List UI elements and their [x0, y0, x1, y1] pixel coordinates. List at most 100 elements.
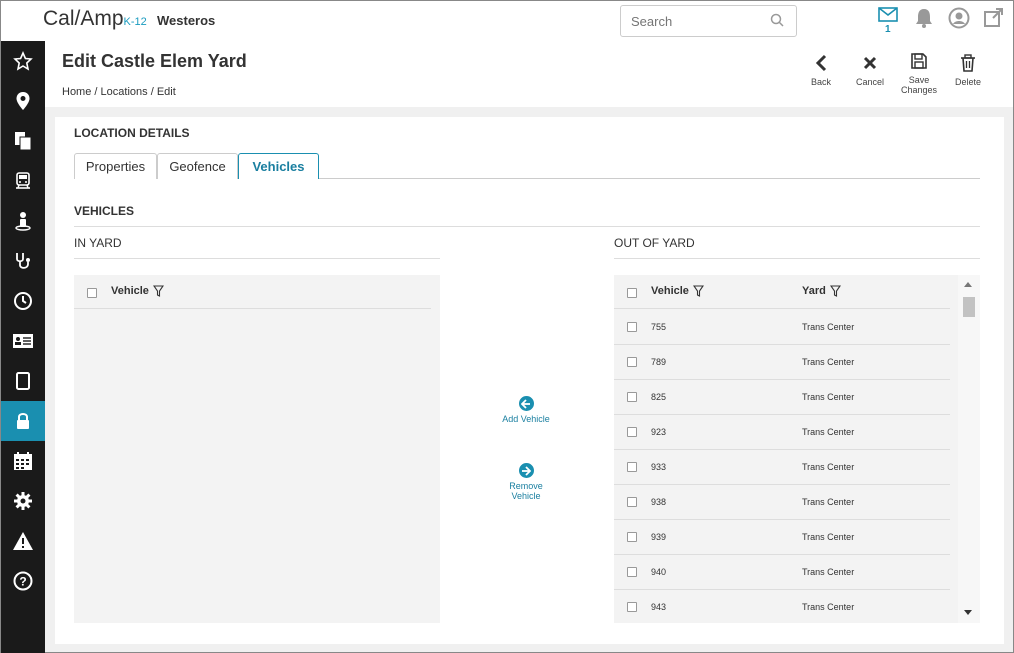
- row-checkbox[interactable]: [627, 497, 637, 507]
- remove-vehicle-button[interactable]: Remove Vehicle: [500, 463, 552, 501]
- table-row[interactable]: 923 Trans Center: [614, 415, 950, 450]
- location-tabs: Properties Geofence Vehicles: [74, 153, 980, 179]
- row-checkbox[interactable]: [627, 322, 637, 332]
- table-row[interactable]: 939 Trans Center: [614, 520, 950, 555]
- user-profile-icon[interactable]: [948, 7, 970, 34]
- scroll-up-icon[interactable]: [964, 282, 972, 287]
- sidebar-item-documents[interactable]: [1, 121, 45, 161]
- breadcrumb-locations[interactable]: Locations: [101, 86, 148, 98]
- sidebar-item-help[interactable]: ?: [1, 561, 45, 601]
- breadcrumb-edit: Edit: [156, 86, 176, 98]
- tab-properties[interactable]: Properties: [74, 153, 157, 179]
- vehicle-column-header[interactable]: Vehicle: [111, 285, 164, 297]
- tab-geofence[interactable]: Geofence: [157, 153, 238, 179]
- breadcrumb-home[interactable]: Home: [62, 86, 91, 98]
- row-checkbox[interactable]: [627, 392, 637, 402]
- filter-icon[interactable]: [829, 285, 841, 297]
- select-all-out-of-yard-checkbox[interactable]: [627, 288, 637, 298]
- tab-vehicles[interactable]: Vehicles: [238, 153, 319, 179]
- row-checkbox[interactable]: [627, 532, 637, 542]
- search-box[interactable]: [620, 5, 797, 37]
- row-checkbox[interactable]: [627, 567, 637, 577]
- page-title: Edit Castle Elem Yard: [62, 51, 247, 71]
- arrow-right-circle-icon: [518, 463, 534, 478]
- filter-icon[interactable]: [152, 285, 164, 297]
- table-row[interactable]: 755 Trans Center: [614, 310, 950, 345]
- yard-column-header[interactable]: Yard: [802, 285, 841, 297]
- help-icon: ?: [13, 571, 33, 591]
- row-checkbox[interactable]: [627, 427, 637, 437]
- sidebar-item-history[interactable]: [1, 281, 45, 321]
- scroll-down-icon[interactable]: [964, 610, 972, 615]
- table-row[interactable]: 789 Trans Center: [614, 345, 950, 380]
- mail-count-badge: 1: [885, 24, 891, 35]
- sidebar-item-alerts[interactable]: [1, 521, 45, 561]
- search-icon[interactable]: [770, 13, 784, 32]
- table-row[interactable]: 940 Trans Center: [614, 555, 950, 590]
- divider: [74, 226, 980, 227]
- sidebar-item-drivers[interactable]: [1, 201, 45, 241]
- in-yard-title: IN YARD: [74, 236, 122, 250]
- id-card-icon: [13, 334, 33, 348]
- out-of-yard-title: OUT OF YARD: [614, 236, 695, 250]
- back-button[interactable]: Back: [798, 53, 844, 87]
- table-row[interactable]: 938 Trans Center: [614, 485, 950, 520]
- top-bar: Cal/AmpK-12 Westeros 1: [1, 1, 1013, 41]
- sidebar-item-locations[interactable]: [1, 81, 45, 121]
- add-vehicle-button[interactable]: Add Vehicle: [500, 396, 552, 424]
- sidebar-item-favorites[interactable]: [1, 41, 45, 81]
- sidebar-item-calendar[interactable]: [1, 441, 45, 481]
- vehicles-section-title: VEHICLES: [74, 204, 135, 218]
- external-link-icon[interactable]: [983, 7, 1004, 33]
- table-row[interactable]: 933 Trans Center: [614, 450, 950, 485]
- close-icon: [847, 53, 893, 73]
- table-row[interactable]: 943 Trans Center: [614, 590, 950, 623]
- sidebar-item-security[interactable]: [1, 401, 45, 441]
- sidebar-item-ids[interactable]: [1, 321, 45, 361]
- save-changes-button[interactable]: Save Changes: [896, 51, 942, 95]
- svg-text:?: ?: [19, 575, 26, 589]
- bell-icon[interactable]: [914, 7, 934, 34]
- out-of-yard-grid-header: Vehicle Yard: [614, 275, 950, 309]
- select-all-in-yard-checkbox[interactable]: [87, 288, 97, 298]
- trash-icon: [945, 53, 991, 73]
- sidebar-item-settings[interactable]: [1, 481, 45, 521]
- table-row[interactable]: 825 Trans Center: [614, 380, 950, 415]
- gear-icon: [14, 492, 32, 510]
- page-header: Edit Castle Elem Yard Home / Locations /…: [45, 41, 1013, 107]
- calamp-logo: Cal/AmpK-12: [43, 7, 147, 30]
- out-of-yard-grid: Vehicle Yard 755 Trans Center 789 Trans Ce…: [614, 275, 980, 623]
- sidebar-nav: ?: [1, 41, 45, 653]
- filter-icon[interactable]: [692, 285, 704, 297]
- sidebar-item-buses[interactable]: [1, 161, 45, 201]
- location-details-panel: LOCATION DETAILS Properties Geofence Veh…: [55, 117, 1004, 644]
- star-icon: [13, 51, 33, 71]
- arrow-left-circle-icon: [518, 396, 534, 411]
- delete-button[interactable]: Delete: [945, 53, 991, 87]
- lock-icon: [17, 413, 29, 429]
- in-yard-grid-header: Vehicle: [74, 275, 431, 309]
- out-of-yard-scrollbar[interactable]: [958, 275, 980, 623]
- bus-icon: [16, 172, 30, 189]
- cancel-button[interactable]: Cancel: [847, 53, 893, 87]
- scroll-thumb[interactable]: [963, 297, 975, 317]
- warning-icon: [13, 532, 33, 550]
- clock-icon: [14, 292, 32, 310]
- sidebar-item-health[interactable]: [1, 241, 45, 281]
- vehicle-column-header[interactable]: Vehicle: [651, 285, 704, 297]
- tablet-icon: [16, 372, 30, 390]
- chevron-left-icon: [798, 53, 844, 73]
- sidebar-item-devices[interactable]: [1, 361, 45, 401]
- row-checkbox[interactable]: [627, 357, 637, 367]
- driver-icon: [15, 212, 31, 231]
- stethoscope-icon: [16, 253, 30, 269]
- row-checkbox[interactable]: [627, 462, 637, 472]
- location-details-title: LOCATION DETAILS: [74, 126, 190, 140]
- in-yard-grid: Vehicle: [74, 275, 440, 623]
- search-input[interactable]: [621, 6, 761, 36]
- calendar-icon: [14, 452, 32, 470]
- divider: [74, 258, 440, 259]
- row-checkbox[interactable]: [627, 602, 637, 612]
- org-name: Westeros: [157, 13, 216, 28]
- documents-icon: [15, 132, 32, 151]
